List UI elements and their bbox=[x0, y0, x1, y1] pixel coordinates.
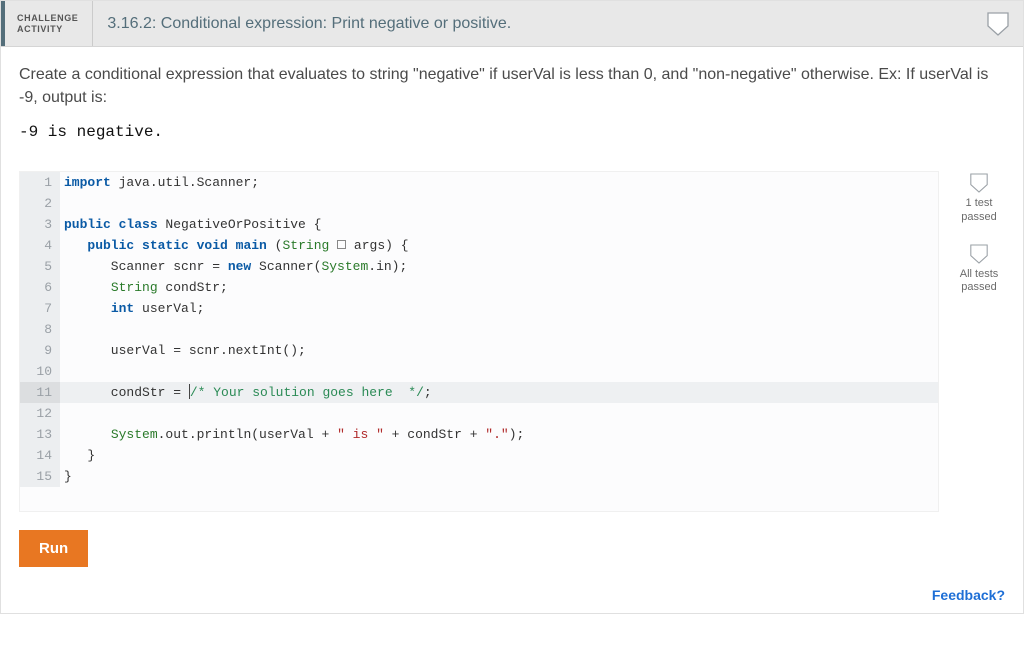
challenge-card: CHALLENGE ACTIVITY 3.16.2: Conditional e… bbox=[0, 0, 1024, 614]
line-number: 1 bbox=[20, 172, 60, 193]
shield-icon bbox=[970, 173, 988, 193]
challenge-header: CHALLENGE ACTIVITY 3.16.2: Conditional e… bbox=[1, 1, 1023, 47]
code-line[interactable]: 15} bbox=[20, 466, 938, 487]
text-cursor bbox=[189, 384, 190, 399]
code-line[interactable]: 14 } bbox=[20, 445, 938, 466]
code-cell[interactable]: System.out.println(userVal + " is " + co… bbox=[60, 424, 938, 445]
code-line[interactable]: 6 String condStr; bbox=[20, 277, 938, 298]
line-number: 8 bbox=[20, 319, 60, 340]
badge-all-tests: All tests passed bbox=[953, 244, 1005, 294]
header-shield-icon bbox=[987, 1, 1023, 46]
challenge-tag: CHALLENGE ACTIVITY bbox=[1, 1, 93, 46]
shield-icon bbox=[987, 12, 1009, 36]
code-cell[interactable]: userVal = scnr.nextInt(); bbox=[60, 340, 938, 361]
code-line[interactable]: 7 int userVal; bbox=[20, 298, 938, 319]
code-line[interactable]: 11 condStr = /* Your solution goes here … bbox=[20, 382, 938, 403]
example-output: -9 is negative. bbox=[19, 123, 1005, 141]
code-cell[interactable] bbox=[60, 319, 938, 340]
code-line[interactable]: 8 bbox=[20, 319, 938, 340]
code-line[interactable]: 5 Scanner scnr = new Scanner(System.in); bbox=[20, 256, 938, 277]
code-cell[interactable]: public static void main (String args) { bbox=[60, 235, 938, 256]
code-line[interactable]: 3public class NegativeOrPositive { bbox=[20, 214, 938, 235]
feedback-row: Feedback? bbox=[1, 581, 1023, 613]
code-editor[interactable]: 1import java.util.Scanner;23public class… bbox=[19, 171, 939, 512]
feedback-link[interactable]: Feedback? bbox=[932, 587, 1005, 603]
code-line[interactable]: 13 System.out.println(userVal + " is " +… bbox=[20, 424, 938, 445]
badge-label: 1 test passed bbox=[961, 197, 996, 223]
tag-line-1: CHALLENGE bbox=[17, 13, 78, 23]
code-line[interactable]: 10 bbox=[20, 361, 938, 382]
challenge-title: 3.16.2: Conditional expression: Print ne… bbox=[93, 1, 987, 46]
line-number: 15 bbox=[20, 466, 60, 487]
code-cell[interactable]: import java.util.Scanner; bbox=[60, 172, 938, 193]
code-cell[interactable]: public class NegativeOrPositive { bbox=[60, 214, 938, 235]
code-cell[interactable]: Scanner scnr = new Scanner(System.in); bbox=[60, 256, 938, 277]
shield-icon bbox=[970, 244, 988, 264]
line-number: 4 bbox=[20, 235, 60, 256]
editor-row: 1import java.util.Scanner;23public class… bbox=[19, 171, 1005, 512]
code-line[interactable]: 4 public static void main (String args) … bbox=[20, 235, 938, 256]
code-line[interactable]: 9 userVal = scnr.nextInt(); bbox=[20, 340, 938, 361]
tag-line-2: ACTIVITY bbox=[17, 24, 78, 34]
code-cell[interactable]: String condStr; bbox=[60, 277, 938, 298]
code-cell[interactable] bbox=[60, 193, 938, 214]
code-cell[interactable] bbox=[60, 361, 938, 382]
code-line[interactable]: 2 bbox=[20, 193, 938, 214]
line-number: 6 bbox=[20, 277, 60, 298]
line-number: 10 bbox=[20, 361, 60, 382]
run-button[interactable]: Run bbox=[19, 530, 88, 567]
line-number: 14 bbox=[20, 445, 60, 466]
line-number: 2 bbox=[20, 193, 60, 214]
code-cell[interactable]: int userVal; bbox=[60, 298, 938, 319]
line-number: 13 bbox=[20, 424, 60, 445]
badge-label: All tests passed bbox=[960, 268, 999, 294]
line-number: 9 bbox=[20, 340, 60, 361]
line-number: 7 bbox=[20, 298, 60, 319]
prompt-text: Create a conditional expression that eva… bbox=[19, 63, 1005, 109]
badge-one-test: 1 test passed bbox=[953, 173, 1005, 223]
line-number: 5 bbox=[20, 256, 60, 277]
code-cell[interactable]: } bbox=[60, 466, 938, 487]
line-number: 3 bbox=[20, 214, 60, 235]
code-line[interactable]: 1import java.util.Scanner; bbox=[20, 172, 938, 193]
code-cell[interactable]: } bbox=[60, 445, 938, 466]
code-cell[interactable] bbox=[60, 403, 938, 424]
challenge-content: Create a conditional expression that eva… bbox=[1, 47, 1023, 581]
line-number: 11 bbox=[20, 382, 60, 403]
array-brackets-icon bbox=[337, 240, 346, 249]
code-cell[interactable]: condStr = /* Your solution goes here */; bbox=[60, 382, 938, 403]
line-number: 12 bbox=[20, 403, 60, 424]
test-badges: 1 test passed All tests passed bbox=[953, 171, 1005, 294]
code-line[interactable]: 12 bbox=[20, 403, 938, 424]
